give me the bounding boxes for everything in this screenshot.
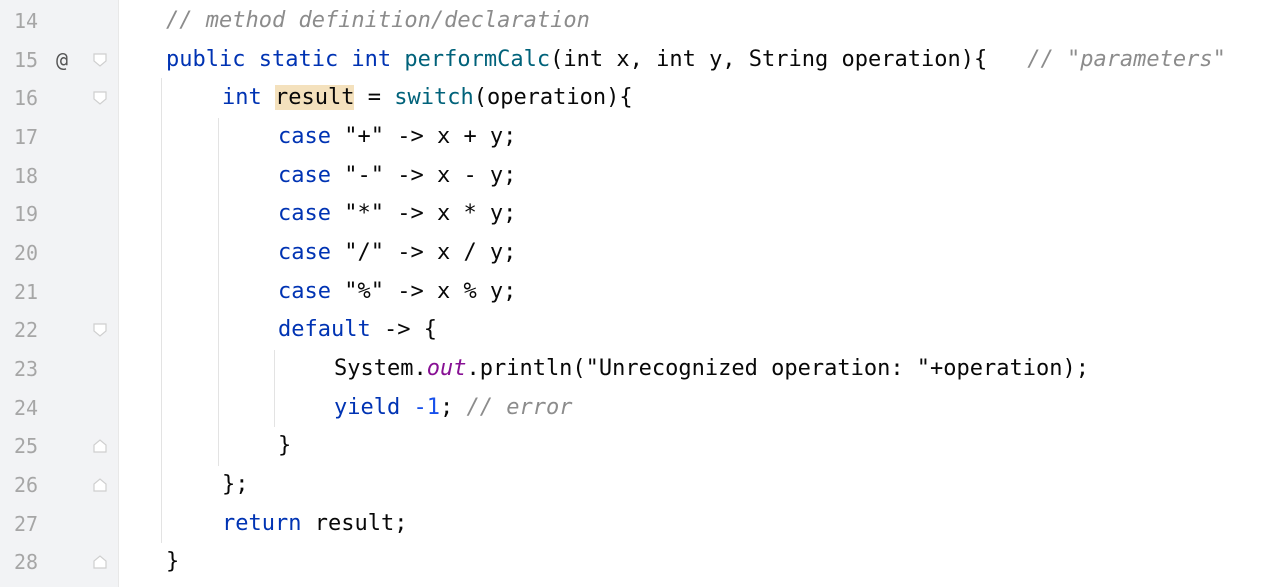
method-call: .println("Unrecognized operation: "+oper… [466, 356, 1089, 382]
case-body: "-" -> x - y; [344, 163, 517, 189]
case-branch: case "/" -> x / y; [278, 242, 516, 264]
type-keyword: int [222, 85, 275, 111]
case-branch: case "%" -> x % y; [278, 281, 516, 303]
println-statement: System.out.println("Unrecognized operati… [334, 358, 1089, 380]
yield-keyword: yield [334, 395, 414, 421]
default-branch: default -> { [278, 319, 437, 341]
class-reference: System. [334, 356, 427, 382]
line-number: 15 [14, 48, 39, 73]
code-comment: // method definition/declaration [166, 8, 590, 34]
line-number: 28 [14, 550, 39, 575]
code-line[interactable]: 25 } [0, 427, 1287, 466]
closing-brace: }; [222, 472, 249, 498]
line-number: 19 [14, 202, 39, 227]
switch-statement: int result = switch(operation){ [222, 85, 633, 111]
fold-close-icon[interactable] [92, 554, 108, 570]
fold-open-icon[interactable] [92, 90, 108, 106]
static-field: out [426, 356, 467, 382]
code-line[interactable]: 14 // method definition/declaration [0, 2, 1287, 41]
highlighted-variable[interactable]: result [274, 85, 355, 111]
parameter-list: (int x, int y, String operation){ [550, 47, 988, 73]
code-line[interactable]: 22 default -> { [0, 311, 1287, 350]
code-line[interactable]: 20 case "/" -> x / y; [0, 234, 1287, 273]
case-keyword: case [278, 124, 345, 150]
case-keyword: case [278, 163, 345, 189]
case-branch: case "*" -> x * y; [278, 203, 516, 225]
assignment-operator: = [354, 85, 395, 111]
closing-brace: } [166, 549, 180, 575]
method-signature: public static int performCalc(int x, int… [166, 49, 1226, 71]
switch-keyword: switch [394, 85, 474, 111]
code-comment: // error [466, 395, 573, 421]
line-number: 14 [14, 9, 39, 34]
fold-close-icon[interactable] [92, 438, 108, 454]
case-body: "*" -> x * y; [344, 201, 517, 227]
code-line[interactable]: 26 }; [0, 466, 1287, 505]
case-keyword: case [278, 240, 345, 266]
yield-statement: yield -1; // error [334, 397, 572, 419]
line-number: 24 [14, 396, 39, 421]
code-line[interactable]: 15 @ public static int performCalc(int x… [0, 41, 1287, 80]
code-line[interactable]: 24 yield -1; // error [0, 389, 1287, 428]
line-number: 18 [14, 164, 39, 189]
case-keyword: case [278, 201, 345, 227]
method-name: performCalc [404, 47, 551, 73]
line-number: 27 [14, 512, 39, 537]
switch-argument: (operation){ [473, 85, 633, 111]
statement-end: ; [439, 395, 467, 421]
line-number: 26 [14, 473, 39, 498]
line-number: 22 [14, 318, 39, 343]
line-number: 17 [14, 125, 39, 150]
case-branch: case "-" -> x - y; [278, 165, 516, 187]
code-line[interactable]: 16 int result = switch(operation){ [0, 79, 1287, 118]
code-line[interactable]: 21 case "%" -> x % y; [0, 273, 1287, 312]
default-keyword: default [278, 317, 371, 343]
line-number: 21 [14, 280, 39, 305]
code-line[interactable]: 27 return result; [0, 505, 1287, 544]
modifiers: public static int [166, 47, 405, 73]
line-number: 16 [14, 86, 39, 111]
code-editor[interactable]: 14 // method definition/declaration 15 @… [0, 0, 1287, 587]
code-comment: // "parameters" [1027, 47, 1226, 73]
line-number: 23 [14, 357, 39, 382]
fold-close-icon[interactable] [92, 477, 108, 493]
code-line[interactable]: 18 case "-" -> x - y; [0, 157, 1287, 196]
numeric-literal: -1 [413, 395, 440, 421]
code-line[interactable]: 19 case "*" -> x * y; [0, 195, 1287, 234]
fold-open-icon[interactable] [92, 52, 108, 68]
case-keyword: case [278, 279, 345, 305]
return-value: result; [314, 511, 408, 537]
default-body: -> { [370, 317, 437, 343]
case-body: "%" -> x % y; [344, 279, 517, 305]
line-number: 25 [14, 434, 39, 459]
return-keyword: return [222, 511, 315, 537]
code-line[interactable]: 23 System.out.println("Unrecognized oper… [0, 350, 1287, 389]
case-body: "+" -> x + y; [344, 124, 517, 150]
at-sign-icon[interactable]: @ [56, 48, 68, 72]
fold-open-icon[interactable] [92, 322, 108, 338]
code-line[interactable]: 17 case "+" -> x + y; [0, 118, 1287, 157]
code-line[interactable]: 28 } [0, 543, 1287, 582]
closing-brace: } [278, 433, 292, 459]
return-statement: return result; [222, 513, 407, 535]
case-branch: case "+" -> x + y; [278, 126, 516, 148]
line-number: 20 [14, 241, 39, 266]
case-body: "/" -> x / y; [344, 240, 517, 266]
